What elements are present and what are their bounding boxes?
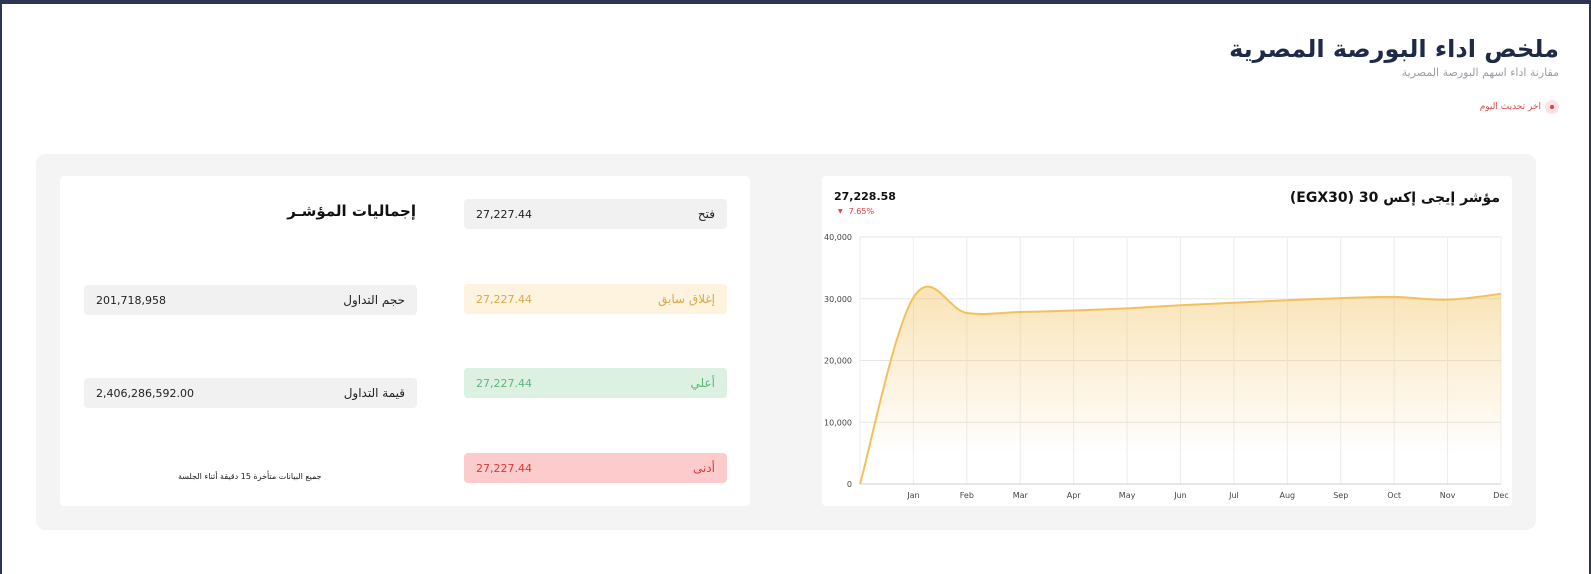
y-tick-label: 40,000 (824, 233, 852, 242)
turnover-label: قيمة التداول (343, 386, 405, 400)
turnover-value: 2,406,286,592.00 (96, 386, 194, 400)
y-tick-label: 0 (847, 480, 852, 489)
x-tick-label: Jan (906, 491, 919, 500)
y-tick-label: 20,000 (824, 357, 852, 366)
high-label: أعلي (690, 376, 715, 390)
low-label: أدنى (692, 461, 715, 475)
page-header: ملخص اداء البورصة المصرية مقارنة اداء اس… (1229, 34, 1559, 79)
x-tick-label: May (1119, 491, 1136, 500)
last-update-label: اخر تحديث اليوم (1479, 102, 1541, 112)
x-tick-label: Oct (1387, 491, 1401, 500)
volume-value: 201,718,958 (96, 293, 166, 307)
turnover-row: 2,406,286,592.00 قيمة التداول (84, 378, 417, 408)
page-subtitle: مقارنة اداء اسهم البورصة المصرية (1401, 66, 1559, 79)
open-label: فتح (697, 207, 715, 221)
x-tick-label: Jun (1173, 491, 1187, 500)
x-tick-label: Mar (1013, 491, 1029, 500)
x-tick-label: Sep (1333, 491, 1348, 500)
index-chart-card: مؤشر إيجى إكس 30 (EGX30) 27,228.58 ▼ 7.6… (822, 176, 1512, 506)
totals-title: إجماليات المؤشـر (287, 202, 416, 220)
series-area-fill (860, 286, 1501, 484)
open-value: 27,227.44 (476, 207, 532, 221)
x-tick-label: Jul (1228, 491, 1239, 500)
window-top-border (0, 0, 1591, 4)
window-left-border (0, 0, 2, 574)
summary-panel: إجماليات المؤشـر 27,227.44 فتح 27,227.44… (36, 154, 1536, 530)
low-value: 27,227.44 (476, 461, 532, 475)
volume-label: حجم التداول (343, 293, 405, 307)
x-tick-label: Aug (1280, 491, 1296, 500)
prev-close-value: 27,227.44 (476, 292, 532, 306)
index-line-chart: 0 10,000 20,000 30,000 40,000 Jan Feb Mar Apr May… (824, 233, 1509, 500)
x-tick-label: Dec (1493, 491, 1508, 500)
high-row: 27,227.44 أعلي (464, 368, 727, 398)
delay-disclaimer: جميع البيانات متأخرة 15 دقيقة أثناء الجل… (178, 472, 322, 481)
x-tick-label: Apr (1067, 491, 1082, 500)
low-row: 27,227.44 أدنى (464, 453, 727, 483)
high-value: 27,227.44 (476, 376, 532, 390)
open-row: 27,227.44 فتح (464, 199, 727, 229)
x-tick-label: Feb (960, 491, 974, 500)
prev-close-label: إغلاق سابق (658, 292, 715, 306)
prev-close-row: 27,227.44 إغلاق سابق (464, 284, 727, 314)
page-title: ملخص اداء البورصة المصرية (1229, 35, 1559, 63)
y-tick-label: 30,000 (824, 295, 852, 304)
x-tick-label: Nov (1440, 491, 1456, 500)
live-dot-icon (1545, 100, 1559, 114)
volume-row: 201,718,958 حجم التداول (84, 285, 417, 315)
last-update-indicator: اخر تحديث اليوم (1480, 100, 1559, 114)
index-totals-card: إجماليات المؤشـر 27,227.44 فتح 27,227.44… (60, 176, 750, 506)
y-tick-label: 10,000 (824, 418, 852, 427)
